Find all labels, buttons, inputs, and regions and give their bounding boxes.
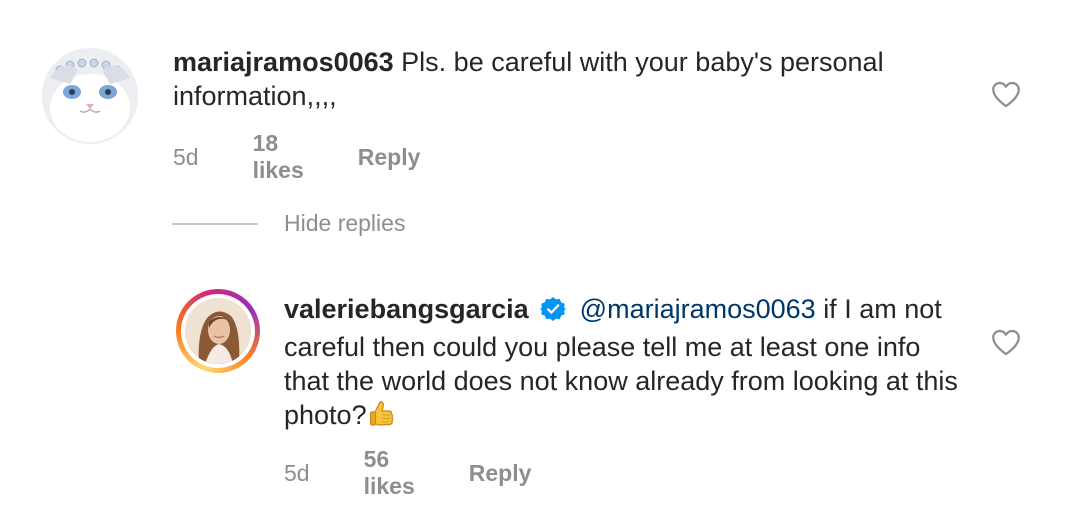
comment-username[interactable]: mariajramos0063: [173, 47, 394, 77]
comment-meta: 5d 18 likes Reply: [173, 130, 420, 184]
thumbs-up-emoji-icon: [369, 400, 395, 436]
avatar-ring-gap: [181, 294, 255, 368]
comment-username[interactable]: valeriebangsgarcia: [284, 294, 529, 324]
comment-timestamp[interactable]: 5d: [284, 460, 310, 487]
avatar-story-ring[interactable]: [176, 289, 260, 373]
comment-timestamp[interactable]: 5d: [173, 144, 199, 171]
avatar: [185, 298, 251, 364]
reply-button[interactable]: Reply: [358, 144, 421, 171]
reply-button[interactable]: Reply: [469, 460, 532, 487]
heart-icon[interactable]: [989, 325, 1023, 359]
profile-photo-image: [185, 298, 251, 364]
hide-replies-label[interactable]: Hide replies: [284, 210, 405, 237]
replies-divider-line: [172, 222, 258, 225]
user-mention-link[interactable]: @mariajramos0063: [580, 294, 816, 324]
heart-icon[interactable]: [989, 77, 1023, 111]
hide-replies-toggle[interactable]: Hide replies: [172, 210, 405, 237]
cat-avatar-image: [42, 48, 138, 144]
comment-body: valeriebangsgarcia @mariajramos0063 if I…: [284, 292, 964, 436]
comment-meta: 5d 56 likes Reply: [284, 446, 531, 500]
avatar[interactable]: [42, 48, 138, 144]
verified-badge-icon: [540, 296, 567, 330]
comment-likes-count[interactable]: 18 likes: [253, 130, 304, 184]
comment-likes-count[interactable]: 56 likes: [364, 446, 415, 500]
comment-body: mariajramos0063 Pls. be careful with you…: [173, 45, 963, 113]
